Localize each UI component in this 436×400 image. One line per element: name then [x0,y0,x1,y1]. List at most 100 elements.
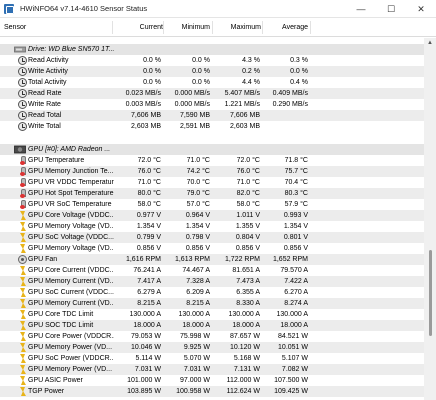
value-current: 7.417 A [137,278,161,285]
table-row[interactable]: GPU Memory Junction Te... 76.0 °C 74.2 °C 7… [0,166,424,177]
sensor-label: GPU Memory Voltage (VD... [28,245,114,252]
value-current: 0.799 V [136,234,161,241]
value-current: 2,603 MB [131,123,161,130]
column-minimum[interactable]: Minimum [162,18,210,37]
value-average: 5.107 W [281,355,308,362]
group-row-drive[interactable]: Drive: WD Blue SN570 1T... [0,44,424,55]
close-button[interactable]: ✕ [406,0,436,18]
scroll-thumb[interactable] [429,250,432,336]
value-minimum: 8.215 A [186,300,210,307]
sensor-label: Read Activity [28,57,69,64]
table-row[interactable]: GPU Memory Power (VD... 10.046 W 9.925 W 10… [0,342,424,353]
table-row[interactable]: GPU SoC Voltage (VDDC... 0.799 V 0.798 V 0.… [0,232,424,243]
column-divider[interactable] [112,21,113,34]
value-average: 0.290 MB/s [272,101,308,108]
table-row[interactable]: GPU VR SoC Temperature 58.0 °C 57.0 °C 58.0… [0,199,424,210]
minimize-button[interactable]: — [346,0,376,18]
lightning-bolt-icon [18,288,27,297]
table-row[interactable]: TGP Power 103.895 W 100.958 W 112.624 W 109.… [0,386,424,397]
value-current: 101.000 W [127,377,161,384]
clock-icon [18,78,27,87]
value-minimum: 79.0 °C [186,190,210,197]
value-maximum: 8.330 A [236,300,260,307]
table-row[interactable]: GPU Memory Power (VD... 7.031 W 7.031 W 7.1… [0,364,424,375]
value-maximum: 82.0 °C [236,190,260,197]
value-average: 0.409 MB/s [272,90,308,97]
column-sensor[interactable]: Sensor [4,18,26,37]
maximize-button[interactable]: ☐ [376,0,406,18]
sensor-label: GPU Memory Voltage (VD... [28,223,114,230]
value-current: 0.003 MB/s [125,101,161,108]
table-row[interactable]: Write Total 2,603 MB 2,591 MB 2,603 MB [0,121,424,132]
value-minimum: 7,590 MB [180,112,210,119]
lightning-bolt-icon [18,376,27,385]
value-minimum: 6.209 A [186,289,210,296]
sensor-label: GPU Core TDC Limit [28,311,94,318]
scroll-up-arrow-icon[interactable]: ▲ [424,38,436,48]
table-row[interactable]: GPU Core Current (VDDC... 76.241 A 74.467 … [0,265,424,276]
table-row[interactable]: GPU SoC Current (VDDC... 6.279 A 6.209 A 6.… [0,287,424,298]
table-row[interactable]: Read Total 7,606 MB 7,590 MB 7,606 MB [0,110,424,121]
lightning-bolt-icon [18,244,27,253]
value-maximum: 6.355 A [236,289,260,296]
table-row[interactable]: GPU Memory Current (VD... 7.417 A 7.328 A 7… [0,276,424,287]
value-maximum: 10.120 W [230,344,260,351]
value-average: 1,652 RPM [272,256,308,263]
value-minimum: 18.000 A [182,322,210,329]
table-row[interactable]: GPU Core Voltage (VDDC... 0.977 V 0.964 V 1… [0,210,424,221]
lightning-bolt-icon [18,365,27,374]
group-row-gpu[interactable]: GPU [#0]: AMD Radeon ... [0,144,424,155]
table-row[interactable]: GPU Memory Voltage (VD... 0.856 V 0.856 V 0… [0,243,424,254]
table-row[interactable]: GPU ASIC Power 101.000 W 97.000 W 112.000 W… [0,375,424,386]
value-average: 6.270 A [284,289,308,296]
table-row[interactable]: Write Rate 0.003 MB/s 0.000 MB/s 1.221 MB/s… [0,99,424,110]
lightning-bolt-icon [18,266,27,275]
value-current: 80.0 °C [137,190,161,197]
table-row[interactable]: Total Activity 0.0 % 0.0 % 4.4 % 0.4 % [0,77,424,88]
table-row[interactable]: GPU SoC Power (VDDCR... 5.114 W 5.070 W 5.1… [0,353,424,364]
value-minimum: 1,613 RPM [174,256,210,263]
value-minimum: 0.0 % [192,79,210,86]
column-divider[interactable] [212,21,213,34]
hwinfo-app-icon [4,4,14,14]
table-row[interactable]: GPU Core Power (VDDCR... 79.053 W 75.998 W… [0,331,424,342]
gpu-icon [14,145,26,154]
lightning-bolt-icon [18,332,27,341]
value-average: 10.051 W [278,344,308,351]
column-maximum[interactable]: Maximum [214,18,261,37]
thermometer-icon [18,189,27,198]
column-average[interactable]: Average [262,18,308,37]
value-average: 0.3 % [290,57,308,64]
value-average: 0.0 % [290,68,308,75]
sensor-label: GPU Core Voltage (VDDC... [28,212,114,219]
table-row[interactable]: Read Activity 0.0 % 0.0 % 4.3 % 0.3 % [0,55,424,66]
table-row[interactable]: GPU Hot Spot Temperature 80.0 °C 79.0 °C 82… [0,188,424,199]
value-maximum: 71.0 °C [236,179,260,186]
table-row[interactable]: GPU Temperature 72.0 °C 71.0 °C 72.0 °C 71.8… [0,155,424,166]
table-row[interactable]: Read Rate 0.023 MB/s 0.000 MB/s 5.407 MB/s 0… [0,88,424,99]
lightning-bolt-icon [18,277,27,286]
value-minimum: 2,591 MB [180,123,210,130]
value-average: 79.570 A [280,267,308,274]
value-current: 76.0 °C [137,168,161,175]
table-row[interactable]: GPU Fan 1,616 RPM 1,613 RPM 1,722 RPM 1,652 … [0,254,424,265]
value-current: 1,616 RPM [125,256,161,263]
value-maximum: 5.168 W [233,355,260,362]
column-divider[interactable] [310,21,311,34]
table-row[interactable]: Write Activity 0.0 % 0.0 % 0.2 % 0.0 % [0,66,424,77]
vertical-scrollbar[interactable]: ▲ [424,38,436,400]
table-row[interactable]: GPU Memory Current (VD... 8.215 A 8.215 A 8… [0,298,424,309]
table-row[interactable]: GPU SOC TDC Limit 18.000 A 18.000 A 18.000 … [0,320,424,331]
value-maximum: 0.2 % [242,68,260,75]
column-current[interactable]: Current [118,18,163,37]
table-row[interactable]: GPU VR VDDC Temperature 71.0 °C 70.0 °C 71.… [0,177,424,188]
sensor-label: GPU Fan [28,256,58,263]
value-average: 18.000 A [280,322,308,329]
value-average: 57.9 °C [284,201,308,208]
sensor-label: GPU VR VDDC Temperature [28,179,114,186]
clock-icon [18,122,27,131]
value-minimum: 57.0 °C [186,201,210,208]
table-row[interactable]: GPU Core TDC Limit 130.000 A 130.000 A 130.… [0,309,424,320]
table-row[interactable]: GPU Memory Voltage (VD... 1.354 V 1.354 V 1… [0,221,424,232]
value-current: 0.0 % [143,57,161,64]
